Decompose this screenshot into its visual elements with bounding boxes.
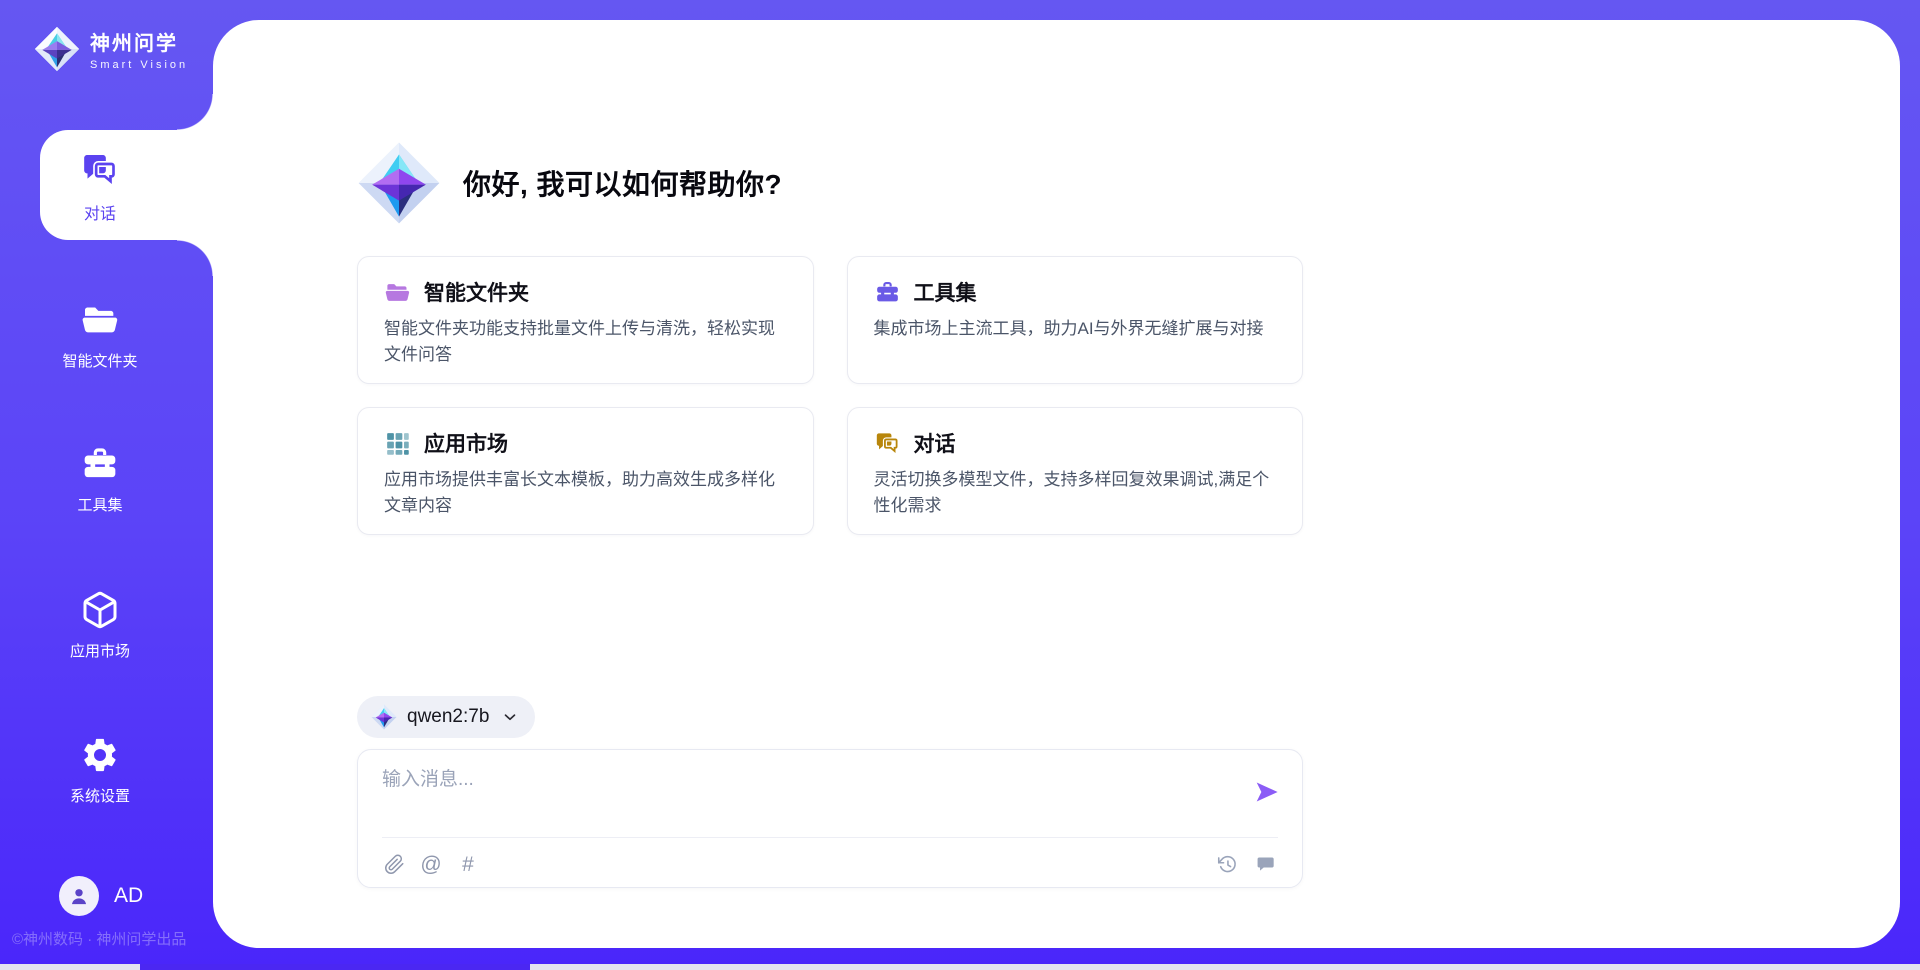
person-icon	[66, 883, 92, 909]
topic-button[interactable]: #	[456, 851, 480, 877]
cube-icon	[80, 590, 120, 630]
sidebar-item-label: 系统设置	[70, 785, 130, 806]
folder-icon	[384, 279, 411, 306]
sidebar-item-smart-folder[interactable]: 智能文件夹	[0, 300, 200, 371]
sidebar-item-label: 对话	[40, 200, 160, 224]
composer-divider	[382, 837, 1278, 838]
card-title: 工具集	[914, 277, 977, 307]
chat-bubble-icon	[1256, 854, 1277, 875]
sidebar-item-toolset[interactable]: 工具集	[0, 444, 200, 515]
card-title: 智能文件夹	[424, 277, 529, 307]
card-description: 应用市场提供丰富长文本模板，助力高效生成多样化文章内容	[384, 467, 787, 520]
chat-icon	[874, 430, 901, 457]
send-button[interactable]	[1252, 778, 1282, 808]
model-name: qwen2:7b	[407, 706, 489, 728]
active-tab-curve-bottom	[177, 240, 213, 276]
user-account[interactable]: AD	[59, 876, 143, 916]
chat-icon	[80, 150, 120, 190]
message-input[interactable]	[382, 764, 1222, 830]
new-chat-button[interactable]	[1254, 851, 1278, 877]
window-bottom-edge-segment	[140, 964, 530, 970]
app-window: 神州问学 Smart Vision 对话 智能文件夹 工具集	[0, 0, 1920, 970]
toolbox-icon	[80, 444, 120, 484]
brand-diamond-icon	[34, 26, 80, 72]
composer-toolbar: @ #	[382, 848, 1278, 880]
card-smart-folder[interactable]: 智能文件夹 智能文件夹功能支持批量文件上传与清洗，轻松实现文件问答	[357, 256, 814, 384]
card-app-market[interactable]: 应用市场 应用市场提供丰富长文本模板，助力高效生成多样化文章内容	[357, 407, 814, 535]
history-button[interactable]	[1215, 851, 1239, 877]
card-description: 集成市场上主流工具，助力AI与外界无缝扩展与对接	[874, 316, 1277, 342]
sidebar-item-chat[interactable]: 对话	[40, 130, 213, 240]
paperclip-icon	[384, 854, 405, 875]
sidebar-item-label: 应用市场	[70, 640, 130, 661]
chevron-down-icon	[501, 708, 519, 726]
user-initials: AD	[114, 884, 143, 908]
toolbox-icon	[874, 279, 901, 306]
feature-cards: 智能文件夹 智能文件夹功能支持批量文件上传与清洗，轻松实现文件问答 工具集 集成…	[357, 256, 1303, 535]
avatar	[59, 876, 99, 916]
history-icon	[1217, 854, 1238, 875]
card-description: 灵活切换多模型文件，支持多样回复效果调试,满足个性化需求	[874, 467, 1277, 520]
window-bottom-edge	[0, 964, 1920, 970]
sidebar-item-label: 工具集	[77, 494, 122, 515]
model-selector[interactable]: qwen2:7b	[357, 696, 535, 738]
send-icon	[1254, 779, 1280, 805]
sidebar-item-app-market[interactable]: 应用市场	[0, 590, 200, 661]
active-tab-curve-top	[177, 94, 213, 130]
message-composer: @ #	[357, 749, 1303, 888]
brand-logo: 神州问学 Smart Vision	[34, 26, 188, 72]
sidebar-item-settings[interactable]: 系统设置	[0, 735, 200, 806]
brand-name: 神州问学	[90, 27, 188, 56]
mention-button[interactable]: @	[419, 851, 443, 877]
card-chat[interactable]: 对话 灵活切换多模型文件，支持多样回复效果调试,满足个性化需求	[847, 407, 1304, 535]
greeting-text: 你好, 我可以如何帮助你?	[463, 163, 782, 203]
grid-icon	[384, 430, 411, 457]
model-logo-icon	[371, 704, 397, 730]
folder-icon	[80, 300, 120, 340]
card-title: 应用市场	[424, 428, 508, 458]
assistant-logo-icon	[357, 141, 441, 225]
card-description: 智能文件夹功能支持批量文件上传与清洗，轻松实现文件问答	[384, 316, 787, 369]
sidebar-item-label: 智能文件夹	[62, 350, 137, 371]
attach-file-button[interactable]	[382, 851, 406, 877]
greeting-row: 你好, 我可以如何帮助你?	[357, 140, 782, 226]
gear-icon	[80, 735, 120, 775]
card-toolset[interactable]: 工具集 集成市场上主流工具，助力AI与外界无缝扩展与对接	[847, 256, 1304, 384]
card-title: 对话	[914, 428, 956, 458]
brand-subtitle: Smart Vision	[90, 59, 188, 71]
main-content: 你好, 我可以如何帮助你? 智能文件夹 智能文件夹功能支持批量文件上传与清洗，轻…	[357, 0, 1303, 970]
copyright-text: ©神州数码 · 神州问学出品	[12, 928, 222, 949]
